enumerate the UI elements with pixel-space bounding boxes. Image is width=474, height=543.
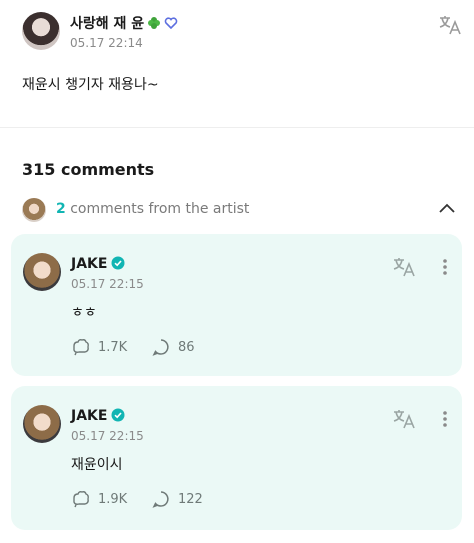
like-icon[interactable] [71, 338, 91, 356]
translate-icon[interactable] [438, 14, 462, 36]
like-count: 1.7K [98, 340, 128, 355]
comment-text: 재윤이시 [71, 457, 123, 473]
artist-comments-toggle[interactable]: 2 comments from the artist [22, 196, 462, 222]
post-header: 사랑해 재 윤 05.17 22:14 [22, 12, 462, 52]
comment-author-name: JAKE [71, 408, 108, 424]
artist-avatar [22, 198, 46, 222]
comment-card: JAKE 05.17 22:15 ㅎㅎ 1.7K 86 [11, 234, 462, 376]
reply-icon[interactable] [152, 490, 170, 508]
post-timestamp: 05.17 22:14 [70, 36, 143, 50]
comment-timestamp: 05.17 22:15 [71, 429, 144, 443]
comment-avatar[interactable] [23, 253, 61, 291]
like-count: 1.9K [98, 492, 128, 507]
artist-comments-count: 2 [56, 201, 66, 217]
comment-avatar[interactable] [23, 405, 61, 443]
more-icon[interactable] [442, 410, 448, 428]
like-icon[interactable] [71, 490, 91, 508]
avatar[interactable] [22, 12, 60, 50]
post-author-name: 사랑해 재 윤 [70, 16, 145, 32]
clover-icon [148, 17, 161, 29]
comments-count: 315 comments [22, 160, 155, 179]
divider [0, 127, 474, 128]
more-icon[interactable] [442, 258, 448, 276]
translate-icon[interactable] [392, 408, 416, 430]
comment-text: ㅎㅎ [71, 305, 97, 321]
artist-comments-label: 2 comments from the artist [56, 201, 249, 217]
heart-icon [164, 17, 178, 30]
translate-icon[interactable] [392, 256, 416, 278]
comment-card: JAKE 05.17 22:15 재윤이시 1.9K 122 [11, 386, 462, 530]
verified-icon [111, 256, 125, 270]
verified-icon [111, 408, 125, 422]
post-body: 재윤시 챙기자 재용나~ [22, 77, 159, 93]
artist-comments-text: comments from the artist [65, 201, 250, 217]
comment-author-name: JAKE [71, 256, 108, 272]
comment-author[interactable]: JAKE [71, 408, 125, 424]
reply-count: 86 [178, 340, 195, 355]
post-author[interactable]: 사랑해 재 윤 [70, 13, 178, 33]
reply-count: 122 [178, 492, 203, 507]
comment-author[interactable]: JAKE [71, 256, 125, 272]
reply-icon[interactable] [152, 338, 170, 356]
comment-timestamp: 05.17 22:15 [71, 277, 144, 291]
chevron-up-icon[interactable] [438, 202, 456, 214]
